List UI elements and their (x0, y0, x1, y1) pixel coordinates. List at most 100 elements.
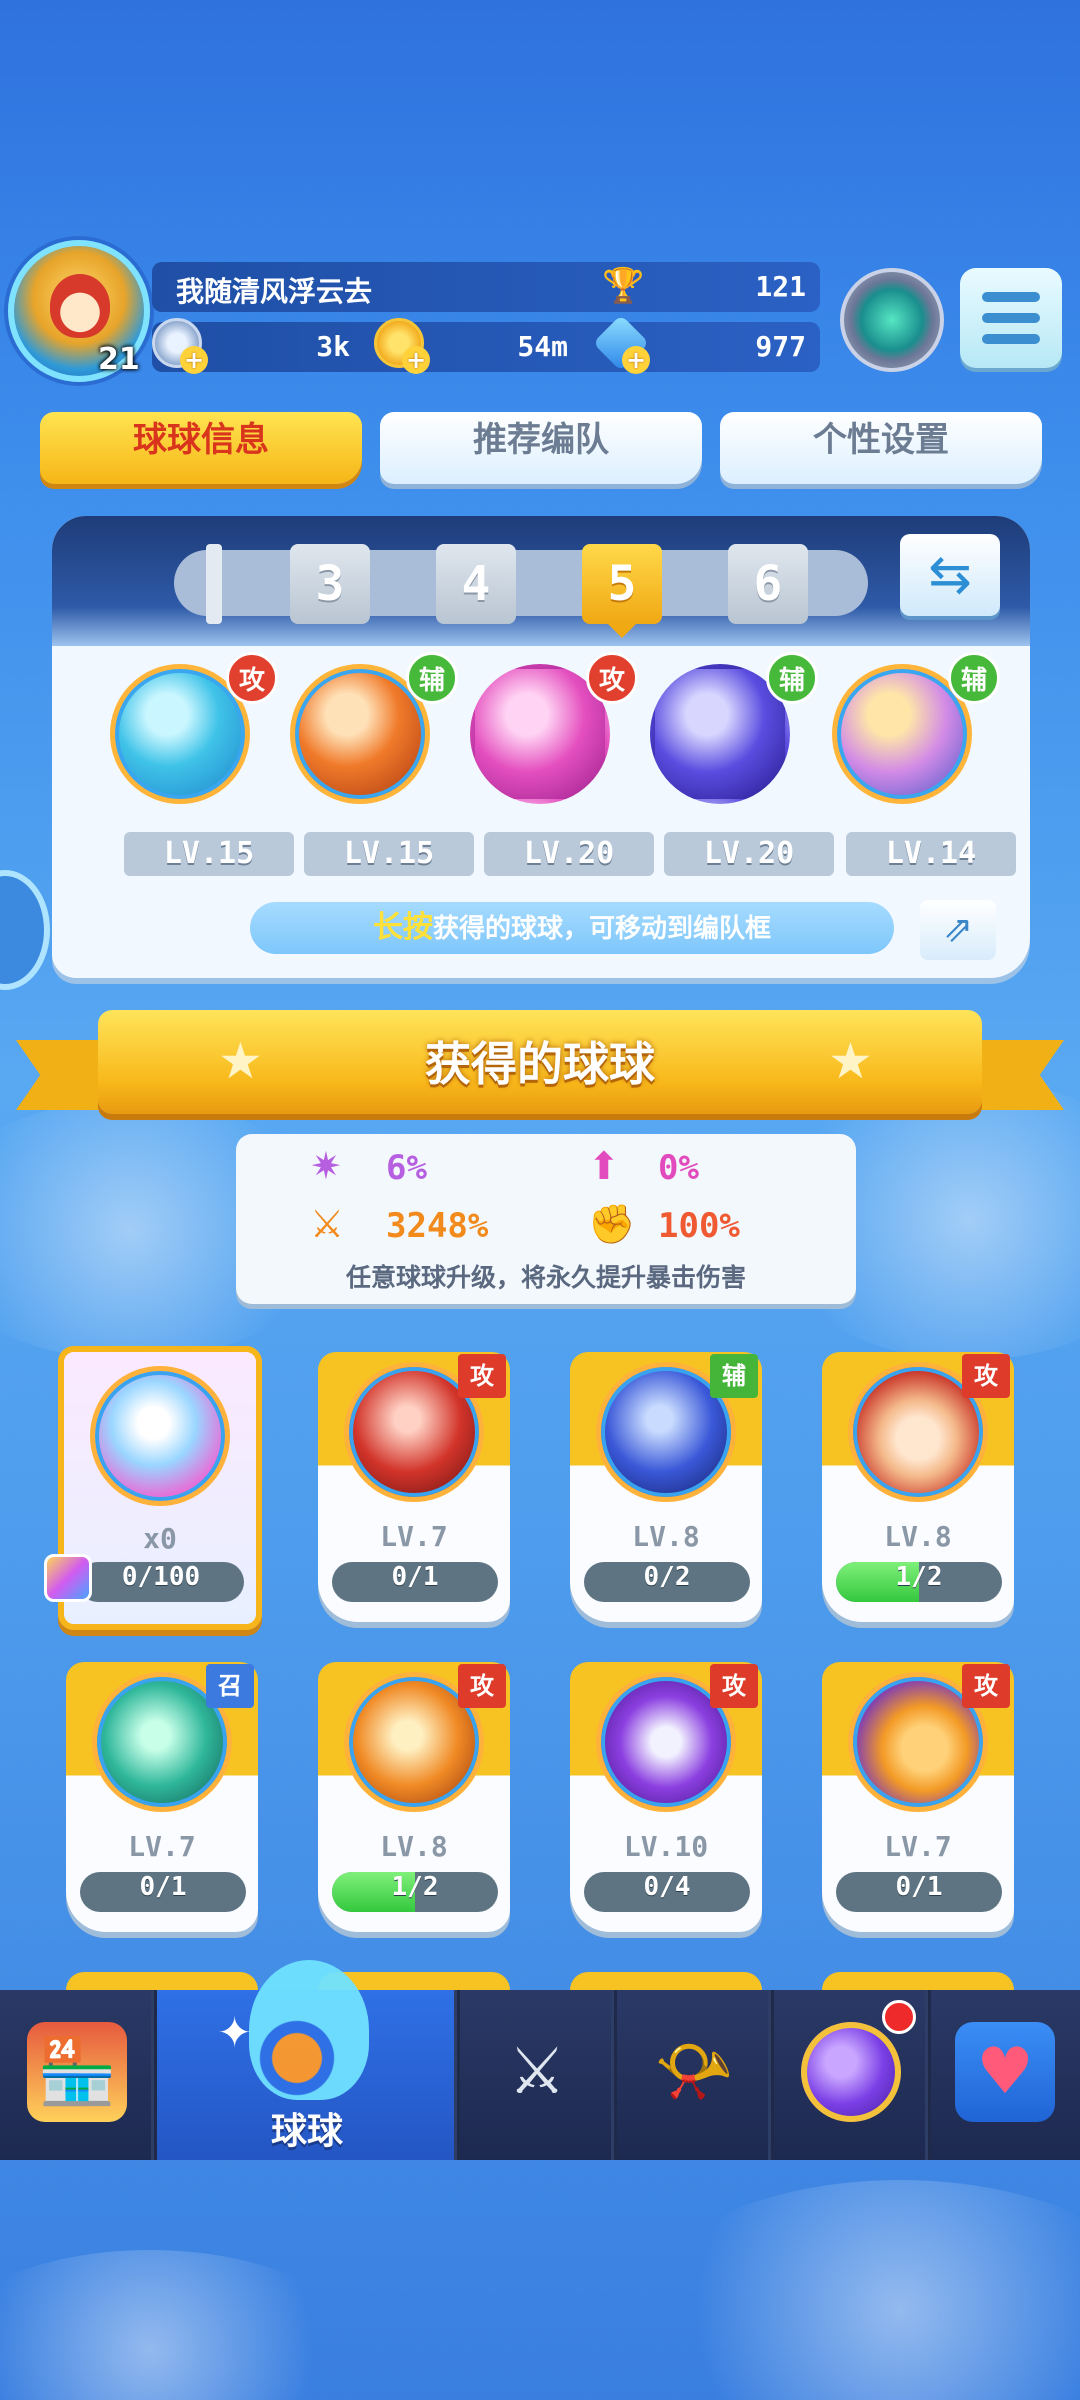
team-slot-3[interactable]: 3 (290, 544, 370, 624)
nav-balls-label: 球球 (270, 2111, 343, 2152)
player-name: 我随清风浮云去 (176, 275, 373, 308)
card-progress-bar: 0/4 (584, 1872, 750, 1912)
side-swipe-button[interactable] (0, 870, 50, 990)
card-progress-bar: 1/2 (332, 1872, 498, 1912)
add-energy-button[interactable]: + (180, 346, 208, 374)
share-icon[interactable]: ⇗ (920, 900, 996, 960)
heart-message-icon: ♥ (955, 2022, 1055, 2122)
card-progress-bar: 0/2 (584, 1562, 750, 1602)
support-tag: 辅 (948, 652, 1000, 704)
whistle-icon: 📯 (654, 2035, 734, 2109)
crit-stats-panel: ✷ 6% ⬆ 0% ⚔ 3248% ✊ 100% 任意球球升级，将永久提升暴击伤… (236, 1134, 856, 1304)
team-ball-level: LV.20 (664, 832, 834, 876)
card-progress-bar: 0/1 (80, 1872, 246, 1912)
team-ball-level: LV.15 (304, 832, 474, 876)
team-ball-level: LV.14 (846, 832, 1016, 876)
long-press-hint: 长按获得的球球，可移动到编队框 (250, 902, 894, 954)
planet-icon (801, 2022, 901, 2122)
trophy-icon: 🏆 (602, 266, 645, 306)
attack-tag: 攻 (962, 1354, 1010, 1398)
nav-social[interactable]: ♥ (931, 1990, 1080, 2160)
nav-balls[interactable]: ✦ 球球 (157, 1960, 457, 2160)
card-progress-text: 1/2 (391, 1872, 439, 1902)
ball-card[interactable]: 辅 LV.8 0/2 (570, 1352, 762, 1622)
team-slot-5[interactable]: 5 (582, 544, 662, 624)
tab-recommended-team[interactable]: 推荐编队 (380, 412, 702, 484)
attack-tag: 攻 (458, 1664, 506, 1708)
card-progress-bar: 0/100 (78, 1562, 244, 1602)
puzzle-piece-icon (44, 1554, 92, 1602)
card-level: LV.8 (884, 1520, 952, 1553)
support-tag: 辅 (406, 652, 458, 704)
active-slot-pointer (608, 624, 636, 638)
crossed-swords-icon: ⚔ (508, 2035, 566, 2109)
crit-rate-value: 6% (386, 1148, 427, 1188)
rank-badge-icon[interactable] (840, 268, 944, 372)
team-ball-level: LV.15 (124, 832, 294, 876)
ball-card[interactable]: 攻 LV.7 0/1 (822, 1662, 1014, 1932)
card-level: LV.7 (884, 1830, 952, 1863)
card-progress-text: 0/1 (895, 1872, 943, 1902)
player-name-bar: 我随清风浮云去 🏆 121 (152, 262, 820, 312)
hint-key: 长按 (372, 910, 433, 945)
card-ball-icon (90, 1366, 230, 1506)
tab-personal-settings[interactable]: 个性设置 (720, 412, 1042, 484)
balls-icon (249, 1960, 369, 2100)
player-level: 21 (98, 342, 140, 377)
player-avatar[interactable]: 21 (8, 240, 150, 382)
ball-card[interactable]: 攻 LV.8 1/2 (318, 1662, 510, 1932)
team-ball-level: LV.20 (484, 832, 654, 876)
crit-boost-value: 0% (658, 1148, 699, 1188)
card-progress-bar: 1/2 (836, 1562, 1002, 1602)
card-progress-text: 0/1 (391, 1562, 439, 1592)
nav-whistle[interactable]: 📯 (617, 1990, 771, 2160)
stats-note: 任意球球升级，将永久提升暴击伤害 (345, 1263, 746, 1292)
attack-tag: 攻 (962, 1664, 1010, 1708)
card-level: LV.8 (380, 1830, 448, 1863)
damage-icon: ⚔ (310, 1202, 345, 1246)
notification-badge (882, 2000, 916, 2034)
bottom-nav: 🏪 ✦ 球球 ⚔ 📯 ♥ (0, 1960, 1080, 2160)
star-icon: ★ (828, 1032, 873, 1090)
attack-tag: 攻 (586, 652, 638, 704)
ball-card[interactable]: 召 LV.7 0/1 (66, 1662, 258, 1932)
slot-edge-marker (206, 544, 222, 624)
tab-ball-info[interactable]: 球球信息 (40, 412, 362, 484)
card-count: x0 (143, 1522, 177, 1555)
crit-boost-icon: ⬆ (588, 1144, 620, 1188)
add-diamond-button[interactable]: + (622, 346, 650, 374)
diamond-value: 977 (755, 330, 806, 363)
card-progress-text: 0/4 (643, 1872, 691, 1902)
support-tag: 辅 (766, 652, 818, 704)
obtained-balls-banner: ★ 获得的球球 ★ (98, 1010, 982, 1114)
card-level: LV.7 (380, 1520, 448, 1553)
team-slot-bar: 3 4 5 6 ⇆ (52, 516, 1030, 646)
card-level: LV.8 (632, 1520, 700, 1553)
attack-tag: 攻 (710, 1664, 758, 1708)
add-gold-button[interactable]: + (402, 346, 430, 374)
crit-rate-icon: ✷ (310, 1144, 342, 1188)
trophy-count: 121 (755, 270, 806, 303)
card-level: LV.10 (623, 1830, 709, 1863)
damage-value: 3248% (386, 1206, 489, 1246)
ball-card[interactable]: 攻 LV.8 1/2 (822, 1352, 1014, 1622)
power-fist-icon: ✊ (588, 1202, 636, 1246)
card-level: LV.7 (128, 1830, 196, 1863)
ball-card[interactable]: 攻 LV.10 0/4 (570, 1662, 762, 1932)
card-progress-text: 0/1 (139, 1872, 187, 1902)
nav-battle[interactable]: ⚔ (460, 1990, 614, 2160)
energy-value: 3k (316, 330, 350, 363)
nav-planet[interactable] (774, 1990, 928, 2160)
resource-bar: + 3k + 54m + 977 (152, 314, 820, 374)
nav-shop[interactable]: 🏪 (0, 1990, 154, 2160)
swap-team-button[interactable]: ⇆ (900, 534, 1000, 616)
attack-tag: 攻 (226, 652, 278, 704)
shop-icon: 🏪 (27, 2022, 127, 2122)
hint-text: 获得的球球，可移动到编队框 (432, 914, 771, 944)
gold-value: 54m (517, 330, 568, 363)
ball-card[interactable]: 攻 LV.7 0/1 (318, 1352, 510, 1622)
hamburger-menu-icon[interactable] (960, 268, 1062, 368)
team-slot-4[interactable]: 4 (436, 544, 516, 624)
card-progress-text: 0/2 (643, 1562, 691, 1592)
team-slot-6[interactable]: 6 (728, 544, 808, 624)
